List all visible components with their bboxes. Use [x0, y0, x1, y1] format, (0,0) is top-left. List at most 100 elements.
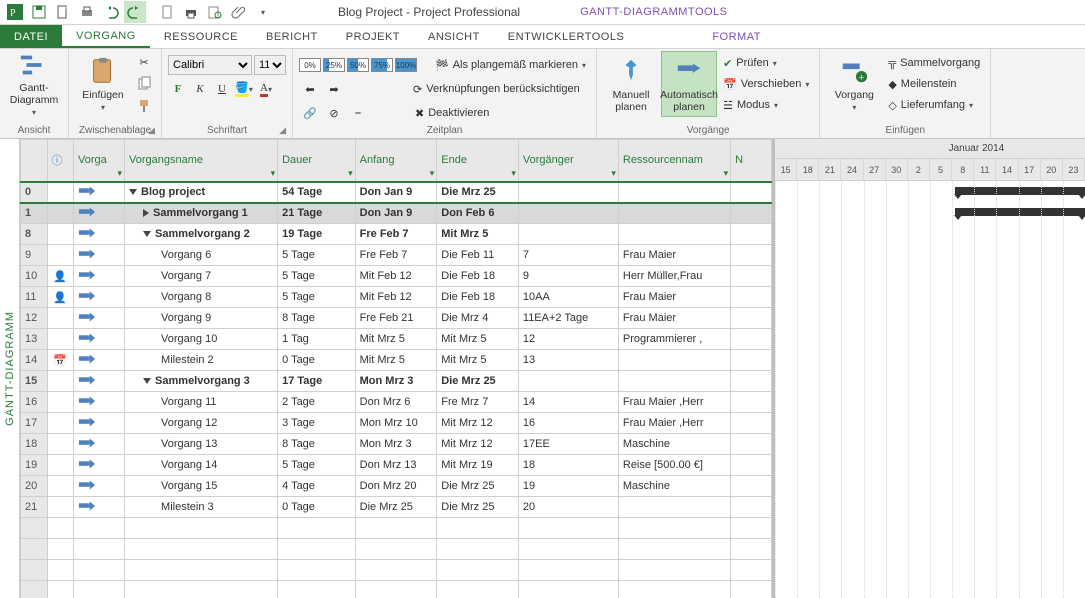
- cell-duration[interactable]: 4 Tage: [278, 476, 356, 497]
- tab-bericht[interactable]: BERICHT: [252, 25, 332, 48]
- cell-predecessors[interactable]: 16: [518, 413, 618, 434]
- cell-add[interactable]: [731, 350, 772, 371]
- row-number[interactable]: 21: [21, 497, 48, 518]
- empty-row[interactable]: [21, 581, 772, 598]
- task-row[interactable]: 9Vorgang 65 TageFre Feb 7Die Feb 117Frau…: [21, 245, 772, 266]
- task-row[interactable]: 12Vorgang 98 TageFre Feb 21Die Mrz 411EA…: [21, 308, 772, 329]
- pct-100-button[interactable]: 100%: [395, 58, 417, 72]
- cell-add[interactable]: [731, 371, 772, 392]
- cell-add[interactable]: [731, 392, 772, 413]
- cell-end[interactable]: Die Mrz 25: [437, 371, 519, 392]
- cell-indicator[interactable]: [47, 329, 74, 350]
- dropdown-icon[interactable]: ▾: [724, 168, 729, 179]
- cell-resources[interactable]: Herr Müller,Frau: [618, 266, 730, 287]
- cell-add[interactable]: [731, 245, 772, 266]
- row-number[interactable]: 19: [21, 455, 48, 476]
- font-color-button[interactable]: A▾: [256, 79, 276, 99]
- cut-button[interactable]: ✂: [133, 52, 155, 72]
- cell-duration[interactable]: 5 Tage: [278, 455, 356, 476]
- cell-indicator[interactable]: [47, 182, 74, 203]
- indent-button[interactable]: ➡: [323, 79, 345, 99]
- row-number[interactable]: 12: [21, 308, 48, 329]
- cell-indicator[interactable]: [47, 497, 74, 518]
- cell-add[interactable]: [731, 182, 772, 203]
- cell-name[interactable]: Vorgang 13: [125, 434, 278, 455]
- col-start[interactable]: Anfang▾: [355, 140, 437, 182]
- cell-resources[interactable]: [618, 350, 730, 371]
- respect-links-button[interactable]: ⟳Verknüpfungen berücksichtigen: [409, 79, 584, 99]
- qat-undo-icon[interactable]: [100, 1, 122, 23]
- cell-predecessors[interactable]: [518, 371, 618, 392]
- bold-button[interactable]: F: [168, 79, 188, 99]
- qat-new-icon[interactable]: [52, 1, 74, 23]
- task-row[interactable]: 16Vorgang 112 TageDon Mrz 6Fre Mrz 714Fr…: [21, 392, 772, 413]
- cell-mode[interactable]: [74, 413, 125, 434]
- cell-duration[interactable]: 5 Tage: [278, 266, 356, 287]
- cell-start[interactable]: Don Mrz 6: [355, 392, 437, 413]
- auto-schedule-button[interactable]: Automatisch planen: [661, 51, 717, 117]
- cell-indicator[interactable]: [47, 392, 74, 413]
- gantt-chart-button[interactable]: Gantt- Diagramm ▾: [6, 51, 62, 117]
- cell-end[interactable]: Don Feb 6: [437, 203, 519, 224]
- qat-customize-icon[interactable]: ▾: [252, 1, 274, 23]
- cell-name[interactable]: Vorgang 10: [125, 329, 278, 350]
- cell-start[interactable]: Mit Feb 12: [355, 287, 437, 308]
- cell-end[interactable]: Die Feb 18: [437, 266, 519, 287]
- cell-duration[interactable]: 3 Tage: [278, 413, 356, 434]
- cell-add[interactable]: [731, 434, 772, 455]
- cell-duration[interactable]: 8 Tage: [278, 434, 356, 455]
- col-mode[interactable]: Vorga▾: [74, 140, 125, 182]
- task-row[interactable]: 1Sammelvorgang 121 TageDon Jan 9Don Feb …: [21, 203, 772, 224]
- cell-mode[interactable]: [74, 266, 125, 287]
- task-row[interactable]: 8Sammelvorgang 219 TageFre Feb 7Mit Mrz …: [21, 224, 772, 245]
- col-duration[interactable]: Dauer▾: [278, 140, 356, 182]
- task-row[interactable]: 13Vorgang 101 TagMit Mrz 5Mit Mrz 512Pro…: [21, 329, 772, 350]
- cell-name[interactable]: Vorgang 14: [125, 455, 278, 476]
- cell-start[interactable]: Die Mrz 25: [355, 497, 437, 518]
- tab-entwicklertools[interactable]: ENTWICKLERTOOLS: [494, 25, 639, 48]
- cell-name[interactable]: Sammelvorgang 1: [125, 203, 278, 224]
- cell-resources[interactable]: Frau Maier ,Herr: [618, 413, 730, 434]
- cell-end[interactable]: Die Mrz 25: [437, 182, 519, 203]
- insert-task-button[interactable]: + Vorgang ▾: [826, 51, 882, 117]
- unlink-button[interactable]: ⊘: [323, 103, 345, 123]
- cell-mode[interactable]: [74, 245, 125, 266]
- view-label-bar[interactable]: GANTT-DIAGRAMM: [0, 139, 20, 598]
- cell-mode[interactable]: [74, 287, 125, 308]
- cell-indicator[interactable]: [47, 476, 74, 497]
- cell-duration[interactable]: 5 Tage: [278, 245, 356, 266]
- cell-indicator[interactable]: [47, 308, 74, 329]
- cell-add[interactable]: [731, 287, 772, 308]
- row-number[interactable]: 1: [21, 203, 48, 224]
- cell-indicator[interactable]: [47, 455, 74, 476]
- task-row[interactable]: 10👤Vorgang 75 TageMit Feb 12Die Feb 189H…: [21, 266, 772, 287]
- cell-predecessors[interactable]: 14: [518, 392, 618, 413]
- task-row[interactable]: 0Blog project54 TageDon Jan 9Die Mrz 25: [21, 182, 772, 203]
- fill-color-button[interactable]: 🪣▾: [234, 79, 254, 99]
- row-number[interactable]: 17: [21, 413, 48, 434]
- cell-resources[interactable]: [618, 182, 730, 203]
- cell-add[interactable]: [731, 455, 772, 476]
- cell-mode[interactable]: [74, 434, 125, 455]
- col-name[interactable]: Vorgangsname▾: [125, 140, 278, 182]
- collapse-icon[interactable]: [129, 189, 137, 195]
- cell-end[interactable]: Mit Mrz 19: [437, 455, 519, 476]
- cell-end[interactable]: Mit Mrz 5: [437, 350, 519, 371]
- tab-format[interactable]: FORMAT: [698, 25, 775, 48]
- cell-end[interactable]: Fre Mrz 7: [437, 392, 519, 413]
- cell-start[interactable]: Mit Feb 12: [355, 266, 437, 287]
- cell-add[interactable]: [731, 497, 772, 518]
- col-resources[interactable]: Ressourcennam▾: [618, 140, 730, 182]
- cell-end[interactable]: Mit Mrz 12: [437, 413, 519, 434]
- manual-schedule-button[interactable]: Manuell planen: [603, 51, 659, 117]
- col-add[interactable]: N: [731, 140, 772, 182]
- cell-resources[interactable]: Frau Maier: [618, 308, 730, 329]
- cell-resources[interactable]: Reise [500.00 €]: [618, 455, 730, 476]
- dropdown-icon[interactable]: ▾: [271, 168, 276, 179]
- row-number[interactable]: 14: [21, 350, 48, 371]
- row-number[interactable]: 13: [21, 329, 48, 350]
- cell-resources[interactable]: Frau Maier ,Herr: [618, 392, 730, 413]
- cell-indicator[interactable]: 📅: [47, 350, 74, 371]
- cell-predecessors[interactable]: 7: [518, 245, 618, 266]
- cell-mode[interactable]: [74, 350, 125, 371]
